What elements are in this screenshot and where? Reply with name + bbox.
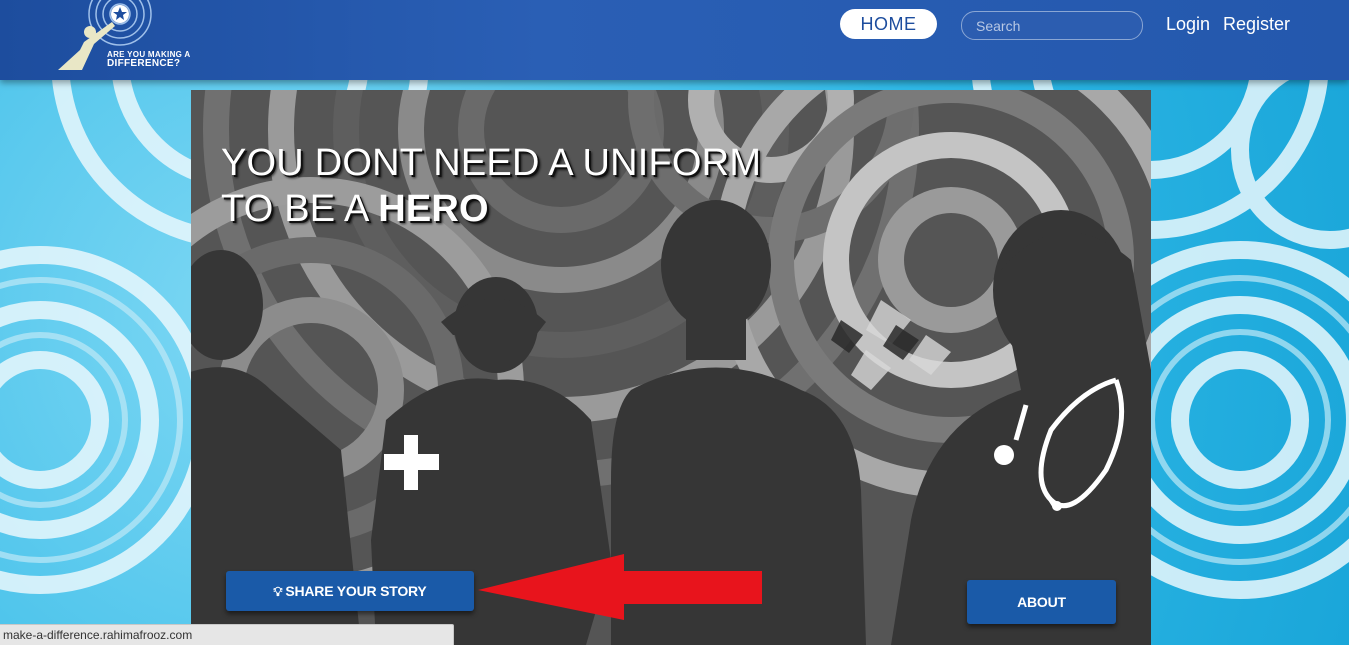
share-your-story-button[interactable]: 💡︎ SHARE YOUR STORY [226, 571, 474, 611]
home-button[interactable]: HOME [840, 9, 937, 39]
register-link[interactable]: Register [1223, 14, 1290, 35]
share-your-story-label: SHARE YOUR STORY [285, 583, 427, 599]
logo-text: ARE YOU MAKING A DIFFERENCE? [107, 50, 190, 69]
about-button[interactable]: ABOUT [967, 580, 1116, 624]
browser-status-bar: make-a-difference.rahimafrooz.com [0, 624, 454, 645]
lightbulb-icon: 💡︎ [273, 584, 283, 599]
logo-tagline-line2: DIFFERENCE? [107, 58, 181, 69]
login-link[interactable]: Login [1166, 14, 1210, 35]
top-navbar: ARE YOU MAKING A DIFFERENCE? HOME Login … [0, 0, 1349, 80]
hero-headline-prefix: TO BE A [221, 188, 379, 230]
hero-headline-line1: YOU DONT NEED A UNIFORM [221, 142, 762, 184]
search-input[interactable] [962, 12, 1142, 39]
site-logo[interactable]: ARE YOU MAKING A DIFFERENCE? [52, 0, 212, 76]
search-box[interactable] [961, 11, 1143, 40]
hero-headline: YOU DONT NEED A UNIFORM TO BE A HERO [221, 140, 761, 232]
red-arrow-icon [478, 554, 762, 620]
hero-headline-emphasis: HERO [378, 188, 489, 230]
hero-headline-line2: TO BE A HERO [221, 186, 761, 232]
